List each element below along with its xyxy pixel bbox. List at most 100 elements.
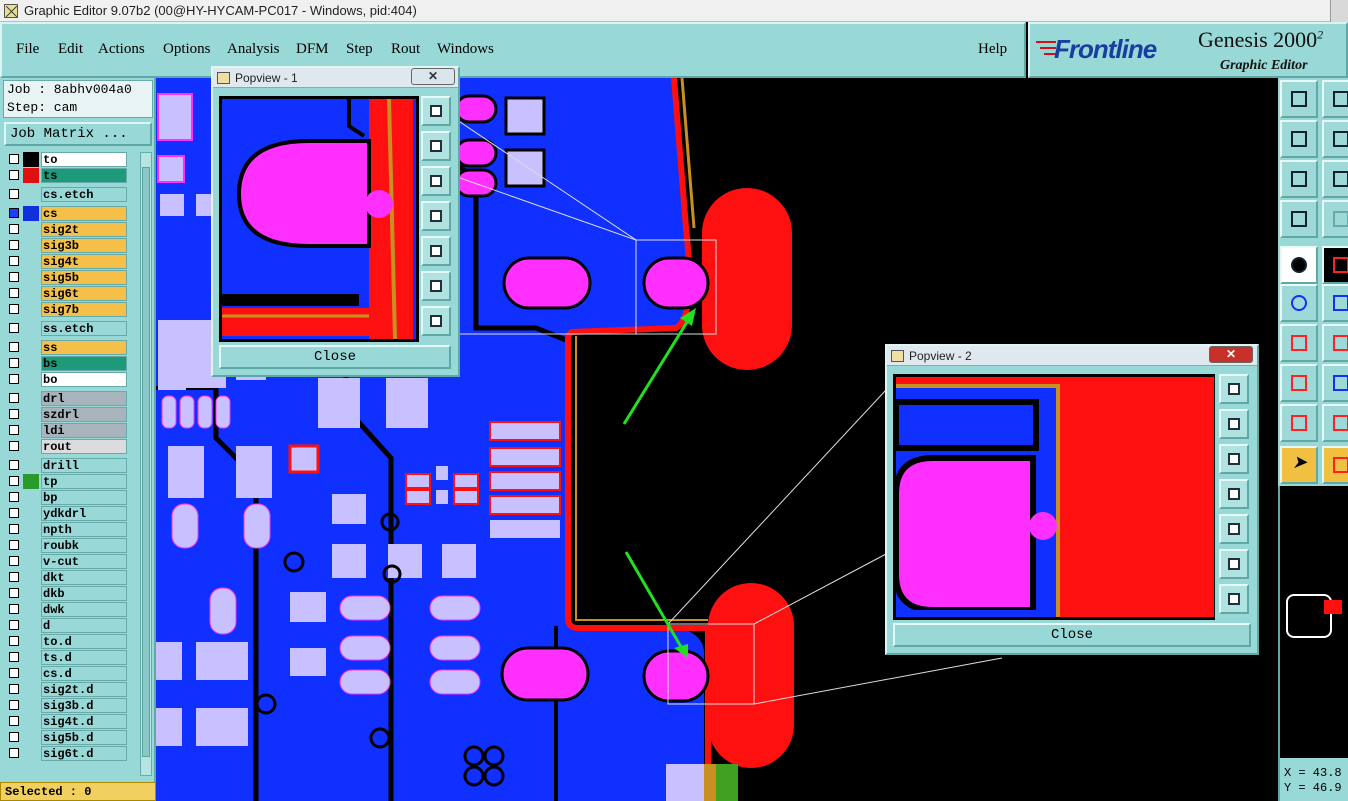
- layer-name[interactable]: sig2t.d: [41, 682, 127, 697]
- menu-analysis[interactable]: Analysis: [227, 41, 280, 58]
- pan-left-icon[interactable]: [1219, 479, 1249, 509]
- layer-checkbox[interactable]: [9, 668, 19, 678]
- layer-row[interactable]: v-cut: [5, 554, 127, 569]
- layer-checkbox[interactable]: [9, 425, 19, 435]
- layer-name[interactable]: sig7b: [41, 302, 127, 317]
- layer-color-swatch[interactable]: [23, 666, 39, 681]
- center-icon[interactable]: [1219, 584, 1249, 614]
- layer-checkbox[interactable]: [9, 240, 19, 250]
- layer-row[interactable]: sig3b: [5, 238, 127, 253]
- pan-up-icon[interactable]: [1219, 409, 1249, 439]
- layer-name[interactable]: dkb: [41, 586, 127, 601]
- layer-color-swatch[interactable]: [23, 302, 39, 317]
- layer-name[interactable]: sig3b: [41, 238, 127, 253]
- layer-name[interactable]: to.d: [41, 634, 127, 649]
- popview-2-titlebar[interactable]: Popview - 2 ✕: [887, 346, 1257, 366]
- pan-left-icon[interactable]: [421, 201, 451, 231]
- window-control-button[interactable]: [1330, 0, 1348, 22]
- board-minimap[interactable]: [1278, 486, 1348, 758]
- layer-checkbox[interactable]: [9, 256, 19, 266]
- popview-2-close-button[interactable]: Close: [893, 623, 1251, 647]
- layer-name[interactable]: ldi: [41, 423, 127, 438]
- layer-name[interactable]: sig2t: [41, 222, 127, 237]
- layer-checkbox[interactable]: [9, 154, 19, 164]
- layer-name[interactable]: tp: [41, 474, 127, 489]
- layer-name[interactable]: ydkdrl: [41, 506, 127, 521]
- layer-name[interactable]: v-cut: [41, 554, 127, 569]
- layer-color-swatch[interactable]: [23, 407, 39, 422]
- layer-name[interactable]: roubk: [41, 538, 127, 553]
- layer-color-swatch[interactable]: [23, 391, 39, 406]
- layer-checkbox[interactable]: [9, 208, 19, 218]
- layer-checkbox[interactable]: [9, 508, 19, 518]
- tool-fit-all-icon[interactable]: [1322, 160, 1348, 198]
- layer-checkbox[interactable]: [9, 652, 19, 662]
- layer-row[interactable]: drill: [5, 458, 127, 473]
- layer-name[interactable]: d: [41, 618, 127, 633]
- tool-pad-icon[interactable]: [1280, 246, 1318, 284]
- layer-row[interactable]: cs: [5, 206, 127, 221]
- layer-color-swatch[interactable]: [23, 682, 39, 697]
- tool-fit-icon[interactable]: [1280, 160, 1318, 198]
- layer-color-swatch[interactable]: [23, 730, 39, 745]
- layer-name[interactable]: ss.etch: [41, 321, 127, 336]
- pan-right-icon[interactable]: [1219, 514, 1249, 544]
- layer-name[interactable]: to: [41, 152, 127, 167]
- zoom-icon[interactable]: [421, 96, 451, 126]
- layer-name[interactable]: sig6t: [41, 286, 127, 301]
- layer-row[interactable]: ydkdrl: [5, 506, 127, 521]
- tool-select-box-icon[interactable]: [1322, 446, 1348, 484]
- layer-row[interactable]: dwk: [5, 602, 127, 617]
- menu-dfm[interactable]: DFM: [296, 41, 329, 58]
- layer-name[interactable]: bs: [41, 356, 127, 371]
- layer-row[interactable]: npth: [5, 522, 127, 537]
- layer-name[interactable]: cs.d: [41, 666, 127, 681]
- layer-color-swatch[interactable]: [23, 222, 39, 237]
- layer-row[interactable]: ldi: [5, 423, 127, 438]
- layer-checkbox[interactable]: [9, 409, 19, 419]
- layer-row[interactable]: bs: [5, 356, 127, 371]
- tool-measure-line-icon[interactable]: [1322, 324, 1348, 362]
- layer-row[interactable]: to.d: [5, 634, 127, 649]
- layer-checkbox[interactable]: [9, 441, 19, 451]
- layer-color-swatch[interactable]: [23, 602, 39, 617]
- layer-row[interactable]: sig4t.d: [5, 714, 127, 729]
- pan-up-icon[interactable]: [421, 131, 451, 161]
- layer-name[interactable]: ts: [41, 168, 127, 183]
- layer-color-swatch[interactable]: [23, 506, 39, 521]
- layer-color-swatch[interactable]: [23, 522, 39, 537]
- layer-color-swatch[interactable]: [23, 618, 39, 633]
- layer-color-swatch[interactable]: [23, 286, 39, 301]
- layer-name[interactable]: npth: [41, 522, 127, 537]
- layer-color-swatch[interactable]: [23, 698, 39, 713]
- layer-name[interactable]: drl: [41, 391, 127, 406]
- layer-color-swatch[interactable]: [23, 238, 39, 253]
- layer-color-swatch[interactable]: [23, 746, 39, 761]
- layer-row[interactable]: bp: [5, 490, 127, 505]
- layer-name[interactable]: drill: [41, 458, 127, 473]
- layer-checkbox[interactable]: [9, 636, 19, 646]
- layer-row[interactable]: ts.d: [5, 650, 127, 665]
- layer-checkbox[interactable]: [9, 700, 19, 710]
- layer-color-swatch[interactable]: [23, 187, 39, 202]
- layer-name[interactable]: dwk: [41, 602, 127, 617]
- layer-name[interactable]: bo: [41, 372, 127, 387]
- layer-name[interactable]: ss: [41, 340, 127, 355]
- layer-color-swatch[interactable]: [23, 538, 39, 553]
- layer-color-swatch[interactable]: [23, 554, 39, 569]
- layer-row[interactable]: roubk: [5, 538, 127, 553]
- layer-color-swatch[interactable]: [23, 634, 39, 649]
- layer-color-swatch[interactable]: [23, 439, 39, 454]
- fit-icon[interactable]: [421, 271, 451, 301]
- layer-name[interactable]: dkt: [41, 570, 127, 585]
- layer-checkbox[interactable]: [9, 588, 19, 598]
- popview-1-titlebar[interactable]: Popview - 1 ✕: [213, 68, 458, 88]
- layer-checkbox[interactable]: [9, 732, 19, 742]
- layer-color-swatch[interactable]: [23, 458, 39, 473]
- popview-2-close-icon[interactable]: ✕: [1209, 346, 1253, 363]
- popview-1-close-button[interactable]: Close: [219, 345, 451, 369]
- layer-checkbox[interactable]: [9, 748, 19, 758]
- layer-color-swatch[interactable]: [23, 321, 39, 336]
- layer-row[interactable]: dkt: [5, 570, 127, 585]
- layer-checkbox[interactable]: [9, 604, 19, 614]
